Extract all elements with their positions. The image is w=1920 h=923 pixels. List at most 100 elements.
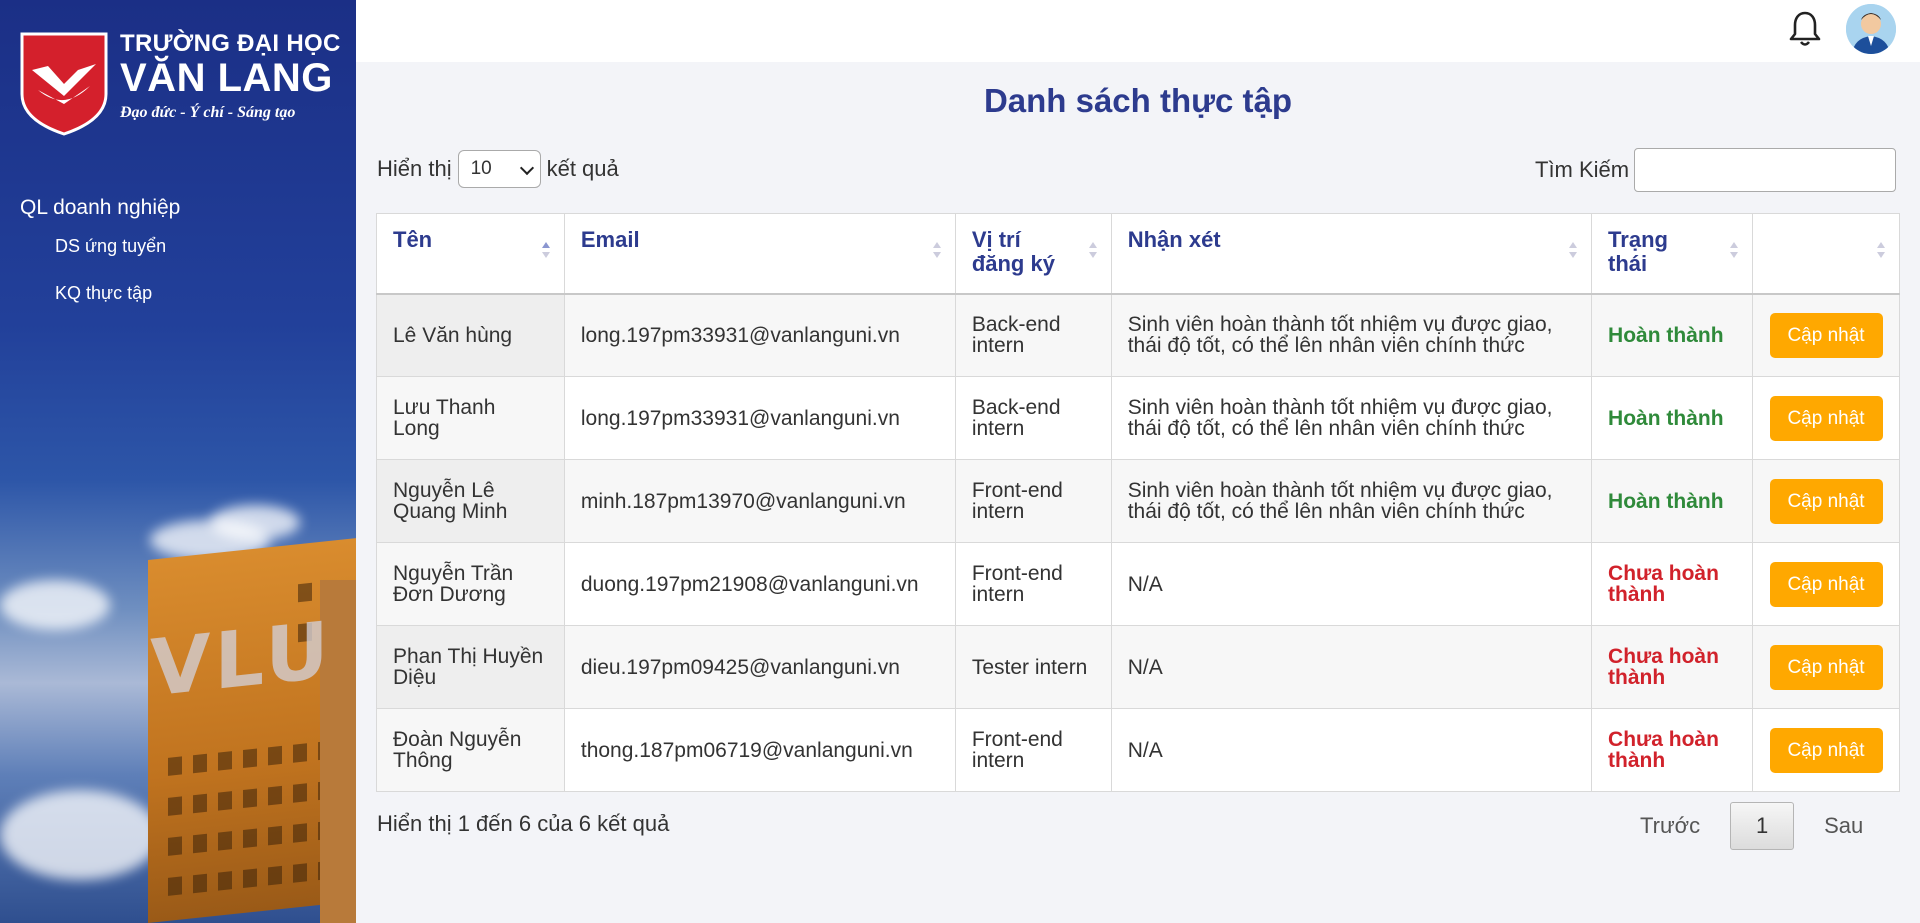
cell-action: Cập nhật	[1752, 542, 1900, 626]
cell-comment: Sinh viên hoàn thành tốt nhiệm vụ được g…	[1110, 293, 1593, 377]
cell-email: dieu.197pm09425@vanlanguni.vn	[563, 625, 956, 709]
user-avatar-icon	[1846, 4, 1896, 54]
show-prefix-label: Hiển thị	[377, 156, 452, 181]
cell-position: Front-end intern	[954, 459, 1112, 543]
page-title: Danh sách thực tập	[983, 82, 1293, 119]
pagination-next[interactable]: Sau	[1824, 813, 1863, 839]
sidebar: VLU TRƯỜNG ĐẠI HỌC VĂN LANG Đạo đức - Ý …	[0, 0, 356, 923]
page-size-value: 10	[470, 158, 492, 179]
sidebar-item-kq-thuc-tap[interactable]: KQ thực tập	[55, 283, 180, 304]
cell-email: thong.187pm06719@vanlanguni.vn	[563, 708, 956, 792]
column-header-comment[interactable]: Nhận xét	[1110, 213, 1593, 295]
cell-position: Tester intern	[954, 625, 1112, 709]
cell-email: minh.187pm13970@vanlanguni.vn	[563, 459, 956, 543]
cloud-decoration	[210, 505, 300, 540]
sort-icon	[1877, 242, 1887, 266]
cell-comment: N/A	[1110, 708, 1593, 792]
cell-action: Cập nhật	[1752, 625, 1900, 709]
search-control: Tìm Kiếm	[1535, 148, 1897, 192]
cloud-decoration	[0, 580, 110, 630]
user-avatar[interactable]	[1846, 4, 1896, 54]
cell-email: long.197pm33931@vanlanguni.vn	[563, 376, 956, 460]
cell-email: long.197pm33931@vanlanguni.vn	[563, 293, 956, 377]
top-header	[356, 0, 1920, 62]
brand-line1: TRƯỜNG ĐẠI HỌC	[120, 30, 341, 57]
table-info: Hiển thị 1 đến 6 của 6 kết quả	[377, 811, 670, 836]
column-header-label: Email	[580, 227, 640, 252]
pagination: Trước 1 Sau	[1640, 802, 1863, 850]
cell-comment: Sinh viên hoàn thành tốt nhiệm vụ được g…	[1110, 459, 1593, 543]
column-header-action[interactable]	[1752, 213, 1900, 295]
cell-name: Phan Thị Huyền Diệu	[376, 625, 565, 709]
column-header-label: Nhận xét	[1127, 227, 1221, 252]
vanlang-shield-icon	[20, 32, 108, 136]
cell-position: Back-end intern	[954, 376, 1112, 460]
cell-comment: N/A	[1110, 542, 1593, 626]
brand-logo[interactable]: TRƯỜNG ĐẠI HỌC VĂN LANG Đạo đức - Ý chí …	[18, 30, 341, 136]
column-header-status[interactable]: Trạng thái	[1591, 213, 1754, 295]
cell-position: Back-end intern	[954, 293, 1112, 377]
column-header-label: Tên	[393, 227, 433, 252]
cell-email: duong.197pm21908@vanlanguni.vn	[563, 542, 956, 626]
table-row: Nguyễn Trần Đơn Dương duong.197pm21908@v…	[376, 542, 1900, 626]
column-header-position[interactable]: Vị trí đăng ký	[954, 213, 1112, 295]
page-size-select[interactable]: 10	[457, 150, 541, 188]
cell-position: Front-end intern	[954, 542, 1112, 626]
cell-name: Lưu Thanh Long	[376, 376, 565, 460]
column-header-email[interactable]: Email	[563, 213, 956, 295]
sort-icon	[1730, 242, 1740, 266]
update-button[interactable]: Cập nhật	[1769, 644, 1883, 690]
table-row: Lưu Thanh Long long.197pm33931@vanlangun…	[376, 376, 1900, 460]
pagination-prev[interactable]: Trước	[1640, 813, 1700, 839]
column-header-name[interactable]: Tên	[376, 213, 565, 295]
sidebar-nav: QL doanh nghiệp DS ứng tuyển KQ thực tập	[20, 196, 180, 330]
cell-name: Đoàn Nguyễn Thông	[376, 708, 565, 792]
cell-position: Front-end intern	[954, 708, 1112, 792]
table-row: Lê Văn hùng long.197pm33931@vanlanguni.v…	[376, 293, 1900, 377]
building-vlu-lettering: VLU	[150, 605, 333, 715]
search-input[interactable]	[1634, 148, 1897, 192]
cell-action: Cập nhật	[1752, 293, 1900, 377]
page-size-control: Hiển thị 10 kết quả	[377, 150, 619, 188]
sidebar-section-ql-doanh-nghiep[interactable]: QL doanh nghiệp	[20, 196, 180, 220]
cell-status: Hoàn thành	[1591, 293, 1754, 377]
sort-icon	[932, 242, 943, 266]
table-row: Nguyễn Lê Quang Minh minh.187pm13970@van…	[376, 459, 1900, 543]
internship-table: Tên Email Vị trí đăng ký Nhận xét Trạng …	[376, 213, 1900, 792]
bell-icon[interactable]	[1788, 10, 1822, 48]
brand-line2: VĂN LANG	[120, 56, 333, 100]
cell-action: Cập nhật	[1752, 708, 1900, 792]
cell-action: Cập nhật	[1752, 376, 1900, 460]
brand-motto: Đạo đức - Ý chí - Sáng tạo	[120, 104, 296, 121]
cloud-decoration	[0, 790, 160, 880]
cell-name: Lê Văn hùng	[376, 293, 565, 377]
update-button[interactable]: Cập nhật	[1769, 395, 1883, 441]
table-header-row: Tên Email Vị trí đăng ký Nhận xét Trạng …	[376, 213, 1900, 295]
chevron-down-icon	[519, 160, 534, 176]
column-header-label: Vị trí đăng ký	[971, 227, 1055, 276]
cell-name: Nguyễn Trần Đơn Dương	[376, 542, 565, 626]
sidebar-item-ds-ung-tuyen[interactable]: DS ứng tuyển	[55, 236, 180, 257]
column-header-label: Trạng thái	[1608, 227, 1668, 276]
update-button[interactable]: Cập nhật	[1769, 312, 1883, 358]
cell-comment: N/A	[1110, 625, 1593, 709]
cell-status: Hoàn thành	[1591, 459, 1754, 543]
cell-name: Nguyễn Lê Quang Minh	[376, 459, 565, 543]
cell-status: Chưa hoàn thành	[1591, 625, 1754, 709]
update-button[interactable]: Cập nhật	[1769, 561, 1883, 607]
show-suffix-label: kết quả	[546, 156, 619, 181]
search-label: Tìm Kiếm	[1535, 157, 1630, 182]
cell-status: Chưa hoàn thành	[1591, 708, 1754, 792]
cell-status: Chưa hoàn thành	[1591, 542, 1754, 626]
table-row: Đoàn Nguyễn Thông thong.187pm06719@vanla…	[376, 708, 1900, 792]
cell-action: Cập nhật	[1752, 459, 1900, 543]
sort-icon	[1088, 242, 1099, 266]
pagination-page-1[interactable]: 1	[1730, 802, 1795, 850]
update-button[interactable]: Cập nhật	[1769, 727, 1883, 773]
sort-icon	[541, 242, 552, 266]
table-row: Phan Thị Huyền Diệu dieu.197pm09425@vanl…	[376, 625, 1900, 709]
cell-comment: Sinh viên hoàn thành tốt nhiệm vụ được g…	[1110, 376, 1593, 460]
update-button[interactable]: Cập nhật	[1769, 478, 1883, 524]
sort-icon	[1569, 242, 1579, 266]
cell-status: Hoàn thành	[1591, 376, 1754, 460]
